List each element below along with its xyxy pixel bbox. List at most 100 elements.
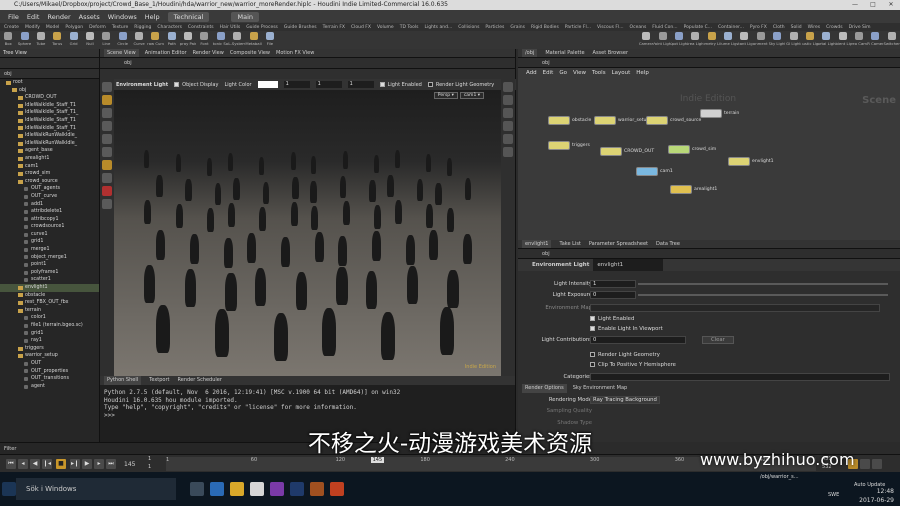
tree-item[interactable]: add1 xyxy=(0,201,99,209)
network-node[interactable] xyxy=(646,116,668,125)
tree-item[interactable]: crowdsource1 xyxy=(0,223,99,231)
shelf-tool[interactable]: Box xyxy=(0,31,16,49)
tree-item[interactable]: crowd_source xyxy=(0,178,99,186)
light-exposure-field[interactable]: 0 xyxy=(590,291,636,299)
task-view-icon[interactable] xyxy=(190,482,204,496)
network-menu-layout[interactable]: Layout xyxy=(612,68,631,78)
houdini-icon[interactable] xyxy=(310,482,324,496)
tree-item[interactable]: OUT_curve xyxy=(0,193,99,201)
tree-item[interactable]: obstacle xyxy=(0,292,99,300)
network-node[interactable] xyxy=(668,145,690,154)
minimize-button[interactable]: — xyxy=(846,0,864,10)
shelf-tool[interactable]: VR Camera xyxy=(867,31,884,49)
maximize-button[interactable]: □ xyxy=(864,0,882,10)
photoshop-icon[interactable] xyxy=(290,482,304,496)
tree-item[interactable]: attribcopy1 xyxy=(0,216,99,224)
play-back-button[interactable]: ◀ xyxy=(30,459,40,469)
shelf-tool[interactable]: Line xyxy=(98,31,114,49)
tab-render-view[interactable]: Render View xyxy=(193,49,224,57)
network-node[interactable] xyxy=(700,109,722,118)
render-mode-select[interactable]: Ray Tracing Background xyxy=(590,396,660,404)
menu-assets[interactable]: Assets xyxy=(79,13,100,21)
menu-windows[interactable]: Windows xyxy=(108,13,137,21)
taskbar-clock[interactable]: 12:48 2017-06-29 xyxy=(859,477,894,505)
magnet-tool-icon[interactable] xyxy=(102,186,112,196)
shelf-tool[interactable]: L-System xyxy=(229,31,245,49)
tree-item[interactable]: IdleWalkIdle_Staff_T1 xyxy=(0,117,99,125)
tab-tree-view[interactable]: Tree View xyxy=(0,49,99,58)
shelf-tool[interactable]: Platonic Solids xyxy=(213,31,229,49)
tab-asset-browser[interactable]: Asset Browser xyxy=(593,49,629,57)
color-r-field[interactable]: 1 xyxy=(283,81,310,88)
shelf-tab[interactable]: Viscous Fl... xyxy=(597,25,624,30)
taskbar-window-label[interactable]: /obj/warrior_s... xyxy=(760,474,799,480)
shelf-tab[interactable]: Hair Utils xyxy=(220,25,241,30)
view-tool-icon[interactable] xyxy=(102,160,112,170)
shelf-tool[interactable]: Metaball xyxy=(245,31,262,49)
shading-icon[interactable] xyxy=(503,95,513,105)
chrome-icon[interactable] xyxy=(250,482,264,496)
render-geo-checkbox[interactable] xyxy=(590,352,595,357)
move-tool-icon[interactable] xyxy=(102,95,112,105)
tab-take-list[interactable]: Take List xyxy=(559,240,580,248)
network-node[interactable] xyxy=(594,116,616,125)
snap-tool-icon[interactable] xyxy=(102,173,112,183)
camera-menu[interactable]: cam1 ▾ xyxy=(459,92,484,99)
paint-tool-icon[interactable] xyxy=(102,199,112,209)
tree-item[interactable]: OUT_transitions xyxy=(0,375,99,383)
viewer-path-label[interactable]: obj xyxy=(124,60,132,66)
color-b-field[interactable]: 1 xyxy=(347,81,374,88)
next-key-button[interactable]: ▸ xyxy=(94,459,104,469)
edge-icon[interactable] xyxy=(210,482,224,496)
desktop-select[interactable]: Technical xyxy=(167,11,210,22)
menu-file[interactable]: File xyxy=(8,13,19,21)
shelf-tab[interactable]: Create xyxy=(4,25,19,30)
tab-data-tree[interactable]: Data Tree xyxy=(656,240,680,248)
shelf-tool[interactable]: Point Light xyxy=(654,31,671,49)
shelf-tool[interactable]: Spot Light xyxy=(671,31,687,49)
shelf-tab[interactable]: Particles xyxy=(485,25,504,30)
network-node[interactable] xyxy=(600,147,622,156)
shelf-tool[interactable]: Sphere xyxy=(16,31,32,49)
shelf-tool[interactable]: File xyxy=(262,31,278,49)
shelf-tab[interactable]: Rigid Bodies xyxy=(531,25,559,30)
shelf-tool[interactable]: Camera xyxy=(638,31,654,49)
shelf-tab[interactable]: Oceans xyxy=(630,25,647,30)
tab-render-options[interactable]: Render Options xyxy=(522,384,567,393)
tree-item[interactable]: OUT xyxy=(0,360,99,368)
shelf-tool[interactable]: Circle xyxy=(115,31,131,49)
shelf-tab[interactable]: Terrain FX xyxy=(323,25,345,30)
network-menu-tools[interactable]: Tools xyxy=(592,68,606,78)
shelf-tab[interactable]: Lights and... xyxy=(424,25,452,30)
network-menu-add[interactable]: Add xyxy=(526,68,537,78)
language-indicator[interactable]: SWE xyxy=(828,492,839,498)
start-frame-field-2[interactable]: 1 xyxy=(148,464,151,470)
network-menu-view[interactable]: View xyxy=(573,68,586,78)
scale-tool-icon[interactable] xyxy=(102,121,112,131)
light-exposure-slider[interactable] xyxy=(638,294,888,296)
tree-item[interactable]: merge1 xyxy=(0,246,99,254)
network-menu-go[interactable]: Go xyxy=(559,68,567,78)
tree-item[interactable]: CROWD_OUT xyxy=(0,94,99,102)
light-enabled-param-checkbox[interactable] xyxy=(590,316,595,321)
premiere-icon[interactable] xyxy=(270,482,284,496)
shelf-tool[interactable]: Volume Light xyxy=(720,31,736,49)
shelf-tab[interactable]: Crowds xyxy=(826,25,843,30)
shelf-tool[interactable]: Stereo Camera xyxy=(851,31,867,49)
grid-icon[interactable] xyxy=(503,147,513,157)
tree-item[interactable]: IdleWalkIdle_Staff_T1 xyxy=(0,102,99,110)
shelf-tab[interactable]: Guide Brushes xyxy=(284,25,317,30)
tab-python-shell[interactable]: Python Shell xyxy=(104,376,142,385)
shelf-tab[interactable]: Constraints xyxy=(188,25,214,30)
param-path-label[interactable]: obj xyxy=(542,251,550,257)
tree-item[interactable]: envlight1 xyxy=(0,284,99,292)
taskbar-search[interactable]: Sök i Windows xyxy=(16,478,176,500)
tree-item[interactable]: point1 xyxy=(0,261,99,269)
shelf-tool[interactable]: Switcher xyxy=(884,31,900,49)
tree-item[interactable]: grid1 xyxy=(0,330,99,338)
handle-tool-icon[interactable] xyxy=(102,134,112,144)
shelf-tool[interactable]: GI Light xyxy=(785,31,801,49)
shelf-tab[interactable]: Deform xyxy=(89,25,106,30)
clip-hemisphere-checkbox[interactable] xyxy=(590,362,595,367)
python-output[interactable]: Python 2.7.5 (default, Nov 6 2016, 12:19… xyxy=(100,385,515,423)
